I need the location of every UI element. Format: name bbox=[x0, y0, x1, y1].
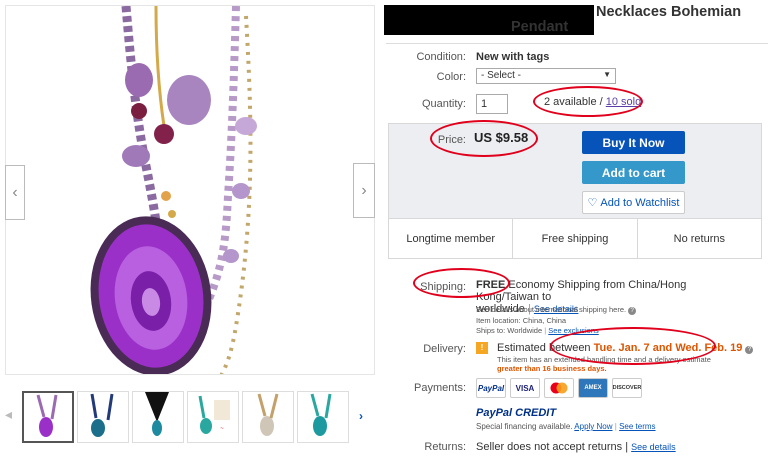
condition-label: Condition: bbox=[416, 51, 466, 63]
special-financing: Special financing available. Apply Now |… bbox=[476, 422, 656, 431]
paypal-credit-logo: PayPal CREDIT bbox=[476, 407, 557, 419]
divider bbox=[386, 43, 768, 44]
returns-separator: | bbox=[622, 441, 632, 453]
apply-now-link[interactable]: Apply Now bbox=[574, 422, 612, 431]
paypal-logo-icon: PayPal bbox=[476, 378, 506, 398]
thumbnail-strip: ~ bbox=[22, 391, 349, 443]
annotation-circle bbox=[550, 327, 716, 365]
amex-logo-icon: AMEX bbox=[578, 378, 608, 398]
special-financing-text: Special financing available. bbox=[476, 422, 573, 431]
help-icon[interactable]: ? bbox=[745, 346, 754, 354]
item-title-line1: Necklaces Bohemian bbox=[596, 4, 742, 20]
annotation-circle bbox=[430, 120, 538, 157]
color-select-value: - Select - bbox=[481, 70, 522, 81]
feature-free-shipping: Free shipping bbox=[513, 219, 638, 258]
add-to-watchlist-button[interactable]: ♡ Add to Watchlist bbox=[582, 191, 685, 214]
color-label: Color: bbox=[436, 71, 466, 83]
thumbnail[interactable] bbox=[22, 391, 74, 443]
add-to-cart-button[interactable]: Add to cart bbox=[582, 161, 685, 184]
next-image-arrow[interactable]: › bbox=[353, 163, 375, 218]
color-select[interactable]: - Select - ▼ bbox=[476, 68, 616, 84]
buy-it-now-button[interactable]: Buy It Now bbox=[582, 131, 685, 154]
item-location: Item location: China, China bbox=[476, 316, 567, 325]
delivery-flag-icon: ! bbox=[476, 342, 488, 354]
thumbs-next-icon[interactable]: › bbox=[359, 409, 363, 423]
svg-text:~: ~ bbox=[220, 426, 224, 432]
delivery-label: Delivery: bbox=[423, 343, 466, 355]
feature-longtime-member: Longtime member bbox=[389, 219, 514, 258]
chevron-right-icon: › bbox=[361, 181, 367, 199]
chevron-down-icon: ▼ bbox=[603, 70, 611, 79]
quantity-input[interactable]: 1 bbox=[476, 94, 508, 114]
condition-value: New with tags bbox=[476, 51, 550, 63]
intl-shipping-note: See details about international shipping… bbox=[476, 305, 637, 315]
visa-logo-icon: VISA bbox=[510, 378, 540, 398]
ships-to-text: Ships to: Worldwide bbox=[476, 326, 543, 335]
help-icon[interactable]: ? bbox=[628, 307, 637, 315]
item-title-line2: Pendant bbox=[511, 19, 569, 35]
feature-no-returns: No returns bbox=[673, 232, 725, 245]
quantity-label: Quantity: bbox=[421, 98, 466, 110]
returns-value: Seller does not accept returns bbox=[476, 441, 623, 453]
feature-row: Longtime member Free shipping No returns bbox=[388, 219, 762, 259]
intl-note-text: See details about international shipping… bbox=[476, 305, 627, 314]
thumbnail[interactable] bbox=[297, 391, 349, 443]
payment-methods: PayPal VISA AMEX DISCOVER bbox=[476, 378, 646, 398]
annotation-circle bbox=[533, 86, 643, 117]
heart-icon: ♡ bbox=[587, 197, 598, 209]
chevron-left-icon: ‹ bbox=[12, 183, 18, 201]
see-terms-link[interactable]: See terms bbox=[619, 422, 655, 431]
thumbs-prev-icon[interactable]: ◂ bbox=[5, 406, 12, 423]
main-product-image[interactable] bbox=[5, 5, 375, 375]
delivery-note-2: greater than 16 business days. bbox=[497, 364, 607, 373]
annotation-circle bbox=[413, 268, 510, 298]
thumbnail[interactable] bbox=[77, 391, 129, 443]
returns-see-details-link[interactable]: See details bbox=[631, 442, 676, 452]
mastercard-logo-icon bbox=[544, 378, 574, 398]
returns-label: Returns: bbox=[424, 441, 466, 453]
thumbnail[interactable] bbox=[132, 391, 184, 443]
returns-policy: Seller does not accept returns | See det… bbox=[476, 441, 676, 453]
discover-logo-icon: DISCOVER bbox=[612, 378, 642, 398]
thumbnail[interactable]: ~ bbox=[187, 391, 239, 443]
prev-image-arrow[interactable]: ‹ bbox=[5, 165, 25, 220]
watchlist-label: Add to Watchlist bbox=[600, 196, 680, 209]
thumbnail[interactable] bbox=[242, 391, 294, 443]
payments-label: Payments: bbox=[414, 382, 466, 394]
necklace-image bbox=[90, 6, 257, 374]
